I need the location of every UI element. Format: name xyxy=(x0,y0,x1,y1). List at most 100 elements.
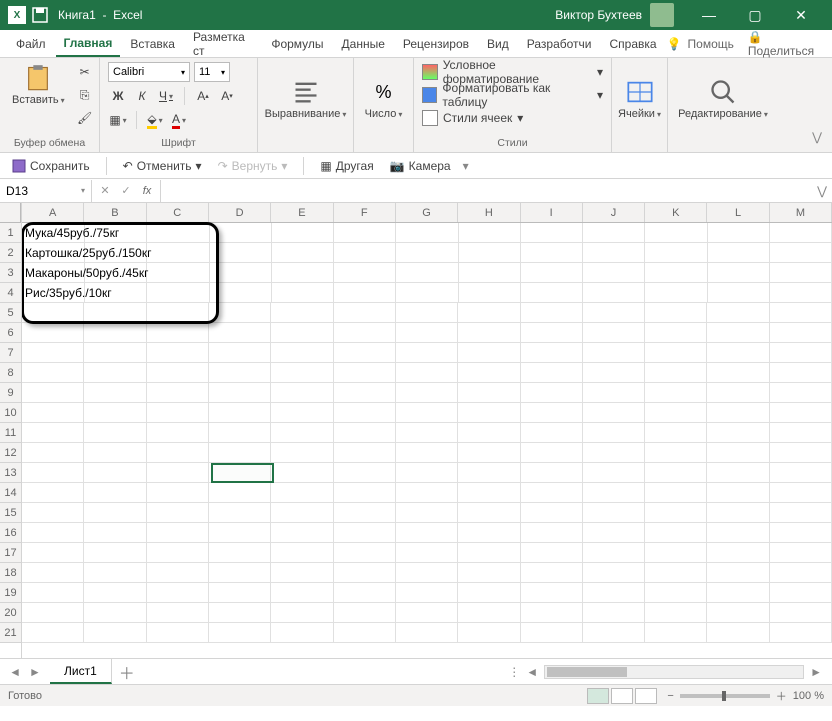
cell[interactable] xyxy=(583,423,645,443)
maximize-button[interactable]: ▢ xyxy=(732,0,778,30)
cell[interactable] xyxy=(271,343,333,363)
cell[interactable] xyxy=(458,303,520,323)
cell[interactable] xyxy=(458,563,520,583)
cell[interactable] xyxy=(770,383,832,403)
cell[interactable] xyxy=(770,423,832,443)
editing-button[interactable]: Редактирование xyxy=(674,76,772,122)
tab-formulas[interactable]: Формулы xyxy=(263,30,331,57)
cell[interactable] xyxy=(645,263,707,283)
cell[interactable] xyxy=(396,563,458,583)
cell[interactable] xyxy=(147,283,209,303)
next-sheet-button[interactable]: ► xyxy=(29,665,41,679)
italic-button[interactable]: К xyxy=(132,86,152,106)
cell[interactable] xyxy=(147,543,209,563)
col-header[interactable]: C xyxy=(147,203,209,222)
cell[interactable] xyxy=(22,563,84,583)
cell[interactable] xyxy=(645,283,707,303)
col-header[interactable]: G xyxy=(396,203,458,222)
cell[interactable] xyxy=(147,483,209,503)
qat-redo-button[interactable]: ↷Вернуть ▾ xyxy=(214,155,292,177)
cell[interactable] xyxy=(84,523,146,543)
cell[interactable] xyxy=(770,563,832,583)
cell[interactable] xyxy=(770,323,832,343)
cell[interactable] xyxy=(210,223,272,243)
format-painter-button[interactable]: 🖌 xyxy=(75,108,95,128)
column-headers[interactable]: ABCDEFGHIJKLM xyxy=(22,203,832,223)
fx-button[interactable]: fx xyxy=(138,182,156,200)
cell[interactable] xyxy=(645,603,707,623)
cell[interactable] xyxy=(209,603,271,623)
row-header[interactable]: 4 xyxy=(0,283,21,303)
cell[interactable] xyxy=(84,343,146,363)
col-header[interactable]: E xyxy=(271,203,333,222)
cell[interactable] xyxy=(209,523,271,543)
cell[interactable] xyxy=(521,503,583,523)
cell[interactable] xyxy=(147,503,209,523)
tab-layout[interactable]: Разметка ст xyxy=(185,30,261,57)
cell[interactable] xyxy=(770,443,832,463)
cell[interactable] xyxy=(770,343,832,363)
cell[interactable] xyxy=(708,283,770,303)
cell[interactable] xyxy=(458,443,520,463)
qat-undo-button[interactable]: ↶Отменить ▾ xyxy=(119,155,206,177)
cell[interactable] xyxy=(521,543,583,563)
cell[interactable] xyxy=(458,503,520,523)
cell[interactable]: Рис/35руб./10кг xyxy=(22,283,85,303)
row-header[interactable]: 13 xyxy=(0,463,21,483)
cell[interactable] xyxy=(708,263,770,283)
col-header[interactable]: I xyxy=(521,203,583,222)
cell[interactable] xyxy=(645,323,707,343)
cell[interactable] xyxy=(334,603,396,623)
cell[interactable] xyxy=(209,383,271,403)
cell[interactable] xyxy=(334,623,396,643)
cell[interactable] xyxy=(521,483,583,503)
font-size-select[interactable]: 11▾ xyxy=(194,62,230,82)
row-header[interactable]: 10 xyxy=(0,403,21,423)
row-header[interactable]: 1 xyxy=(0,223,21,243)
row-header[interactable]: 19 xyxy=(0,583,21,603)
cell[interactable] xyxy=(458,603,520,623)
cell[interactable] xyxy=(707,323,769,343)
cell[interactable] xyxy=(334,383,396,403)
cell[interactable] xyxy=(210,263,272,283)
cell[interactable] xyxy=(271,363,333,383)
cell[interactable] xyxy=(707,563,769,583)
cell[interactable] xyxy=(645,463,707,483)
cell[interactable] xyxy=(271,323,333,343)
cell[interactable] xyxy=(22,423,84,443)
cell[interactable] xyxy=(84,443,146,463)
cell[interactable] xyxy=(209,403,271,423)
view-normal-button[interactable] xyxy=(587,688,609,704)
cell[interactable] xyxy=(84,483,146,503)
name-box[interactable]: D13▾ xyxy=(0,180,92,202)
cell[interactable] xyxy=(147,303,209,323)
cell[interactable] xyxy=(583,443,645,463)
row-header[interactable]: 2 xyxy=(0,243,21,263)
cell[interactable] xyxy=(521,443,583,463)
cell[interactable] xyxy=(271,403,333,423)
row-header[interactable]: 11 xyxy=(0,423,21,443)
tab-file[interactable]: Файл xyxy=(8,30,54,57)
cell[interactable] xyxy=(708,223,770,243)
cell[interactable] xyxy=(396,443,458,463)
cell[interactable] xyxy=(22,523,84,543)
cell[interactable] xyxy=(147,343,209,363)
format-table-button[interactable]: Форматировать как таблицу ▾ xyxy=(422,85,603,105)
tab-dev[interactable]: Разработчи xyxy=(519,30,600,57)
cell[interactable] xyxy=(458,523,520,543)
cell[interactable] xyxy=(210,243,272,263)
cell[interactable] xyxy=(458,323,520,343)
cell[interactable] xyxy=(334,363,396,383)
cell[interactable] xyxy=(396,383,458,403)
cell[interactable] xyxy=(334,583,396,603)
cell[interactable] xyxy=(209,543,271,563)
cell[interactable] xyxy=(396,483,458,503)
cell[interactable] xyxy=(271,523,333,543)
cell[interactable] xyxy=(396,243,458,263)
cell[interactable] xyxy=(458,343,520,363)
cell[interactable] xyxy=(147,323,209,343)
cell[interactable] xyxy=(334,303,396,323)
cell[interactable] xyxy=(707,303,769,323)
cut-button[interactable]: ✂ xyxy=(75,62,95,82)
cell[interactable] xyxy=(147,383,209,403)
